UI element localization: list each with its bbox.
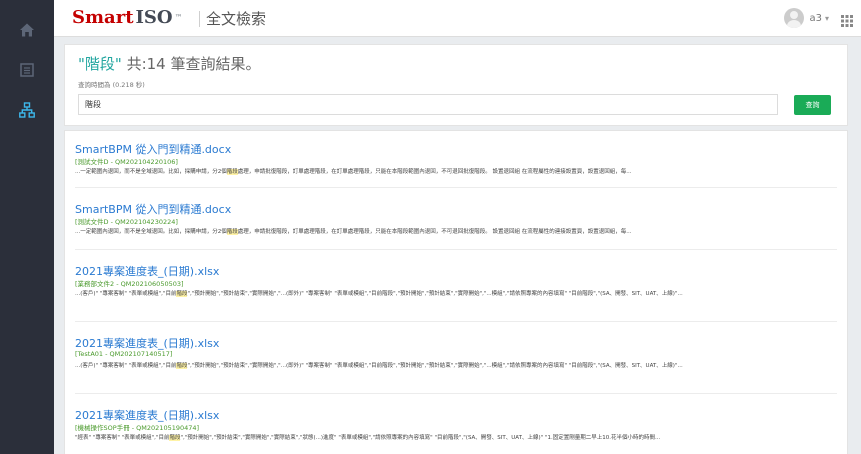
search-input[interactable] (78, 94, 778, 115)
keyword-highlight: 階段 (169, 435, 181, 441)
divider (75, 187, 837, 188)
result-doc-code: [業務部文件2 - QM202106050503] (75, 280, 184, 288)
sidebar-item-documents[interactable] (0, 50, 54, 90)
result-doc-code: [機械操作SOP手冊 - QM202105190474] (75, 424, 200, 432)
result-doc-code: [TestA01 - QM202107140517] (75, 350, 173, 358)
result-filename-link[interactable]: 2021專案進度表_(日期).xlsx (75, 407, 219, 423)
avatar (784, 8, 805, 28)
result-doc-code: [測試文件D - QM202104230224] (75, 218, 178, 226)
sidebar-item-home[interactable] (0, 10, 54, 50)
top-header: Smart ISO ™ 全文檢索 a3 ▾ (54, 0, 861, 37)
sidebar (0, 0, 54, 454)
search-button[interactable]: 查詢 (794, 95, 831, 115)
query-timing: 查詢時間為 (0.218 秒) (78, 81, 145, 89)
keyword-highlight: 階段 (176, 291, 188, 297)
smartiso-logo[interactable]: Smart ISO ™ (72, 6, 183, 30)
result-snippet: ...一定範圍內退回，而不是全域退回。比如，採購申請，分2個階段處理，申請批復階… (75, 169, 632, 175)
result-snippet: "經表" "專案客制" "表單或模組","目前階段","預計開始","預計結束"… (75, 435, 661, 441)
result-summary: "階段" 共:14 筆查詢結果。 (78, 53, 261, 74)
result-count: 共:14 筆查詢結果。 (121, 55, 261, 73)
header-divider (199, 11, 200, 27)
result-snippet: ...一定範圍內退回，而不是全域退回。比如，採購申請，分2個階段處理，申請批復階… (75, 229, 632, 235)
result-snippet: ...(客戶)" "專案客制" "表單或模組","目前階段","預計開始","預… (75, 291, 683, 297)
result-filename-link[interactable]: SmartBPM 從入門到精通.docx (75, 141, 231, 157)
sidebar-item-structure[interactable] (0, 90, 54, 130)
search-panel: "階段" 共:14 筆查詢結果。 查詢時間為 (0.218 秒) 查詢 (64, 44, 848, 126)
divider (75, 321, 837, 322)
apps-grid-icon[interactable] (841, 12, 853, 31)
logo-brand: Smart (72, 7, 134, 28)
divider (75, 249, 837, 250)
divider (75, 393, 837, 394)
page-title: 全文檢索 (206, 10, 267, 28)
logo-product: ISO (135, 7, 173, 28)
keyword-highlight: 階段 (226, 229, 238, 235)
logo-trademark: ™ (174, 13, 183, 22)
username: a3 (809, 12, 822, 24)
results-list: SmartBPM 從入門到精通.docx [測試文件D - QM20210422… (64, 130, 848, 454)
sitemap-icon (19, 102, 35, 118)
result-doc-code: [測試文件D - QM202104220106] (75, 158, 178, 166)
result-filename-link[interactable]: 2021專案進度表_(日期).xlsx (75, 335, 219, 351)
chevron-down-icon: ▾ (824, 13, 829, 23)
result-filename-link[interactable]: SmartBPM 從入門到精通.docx (75, 201, 231, 217)
result-filename-link[interactable]: 2021專案進度表_(日期).xlsx (75, 263, 219, 279)
user-menu[interactable]: a3 ▾ (784, 8, 829, 28)
document-icon (20, 63, 34, 77)
home-icon (20, 23, 34, 37)
keyword-highlight: 階段 (176, 363, 188, 369)
search-keyword: "階段" (78, 55, 122, 73)
keyword-highlight: 階段 (226, 169, 238, 175)
result-snippet: ...(客戶)" "專案客制" "表單或模組","目前階段","預計開始","預… (75, 363, 683, 369)
